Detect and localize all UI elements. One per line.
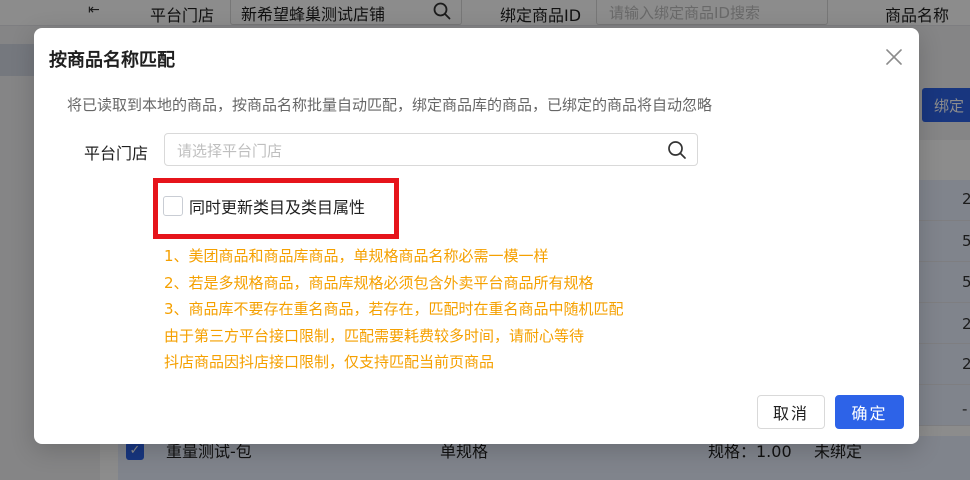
dialog-description: 将已读取到本地的商品，按商品名称批量自动匹配，绑定商品库的商品，已绑定的商品将自…	[67, 96, 713, 114]
checkbox-label: 同时更新类目及类目属性	[189, 198, 366, 217]
update-category-checkbox[interactable]: 同时更新类目及类目属性	[163, 195, 365, 217]
checkbox-box[interactable]	[163, 196, 183, 216]
store-field-label: 平台门店	[84, 144, 149, 163]
note-item: 3、商品库不要存在重名商品，若存在，匹配时在重名商品中随机匹配	[164, 300, 624, 318]
note-item: 1、美团商品和商品库商品，单规格商品名称必需一模一样	[164, 247, 549, 265]
notes-list: 1、美团商品和商品库商品，单规格商品名称必需一模一样 2、若是多规格商品，商品库…	[164, 243, 624, 376]
note-item: 抖店商品因抖店接口限制，仅支持匹配当前页商品	[164, 353, 495, 371]
confirm-button[interactable]: 确定	[835, 395, 904, 429]
store-select-placeholder: 请选择平台门店	[177, 142, 283, 160]
note-item: 2、若是多规格商品，商品库规格必须包含外卖平台商品所有规格	[164, 273, 594, 292]
close-icon[interactable]	[883, 46, 905, 68]
dialog-title: 按商品名称匹配	[49, 50, 175, 71]
match-by-name-dialog: 按商品名称匹配 将已读取到本地的商品，按商品名称批量自动匹配，绑定商品库的商品，…	[34, 28, 919, 444]
cancel-button[interactable]: 取消	[757, 395, 825, 429]
store-select[interactable]: 请选择平台门店	[164, 133, 698, 166]
search-icon	[668, 141, 686, 159]
note-item: 由于第三方平台接口限制，匹配需要耗费较多时间，请耐心等待	[164, 326, 585, 345]
